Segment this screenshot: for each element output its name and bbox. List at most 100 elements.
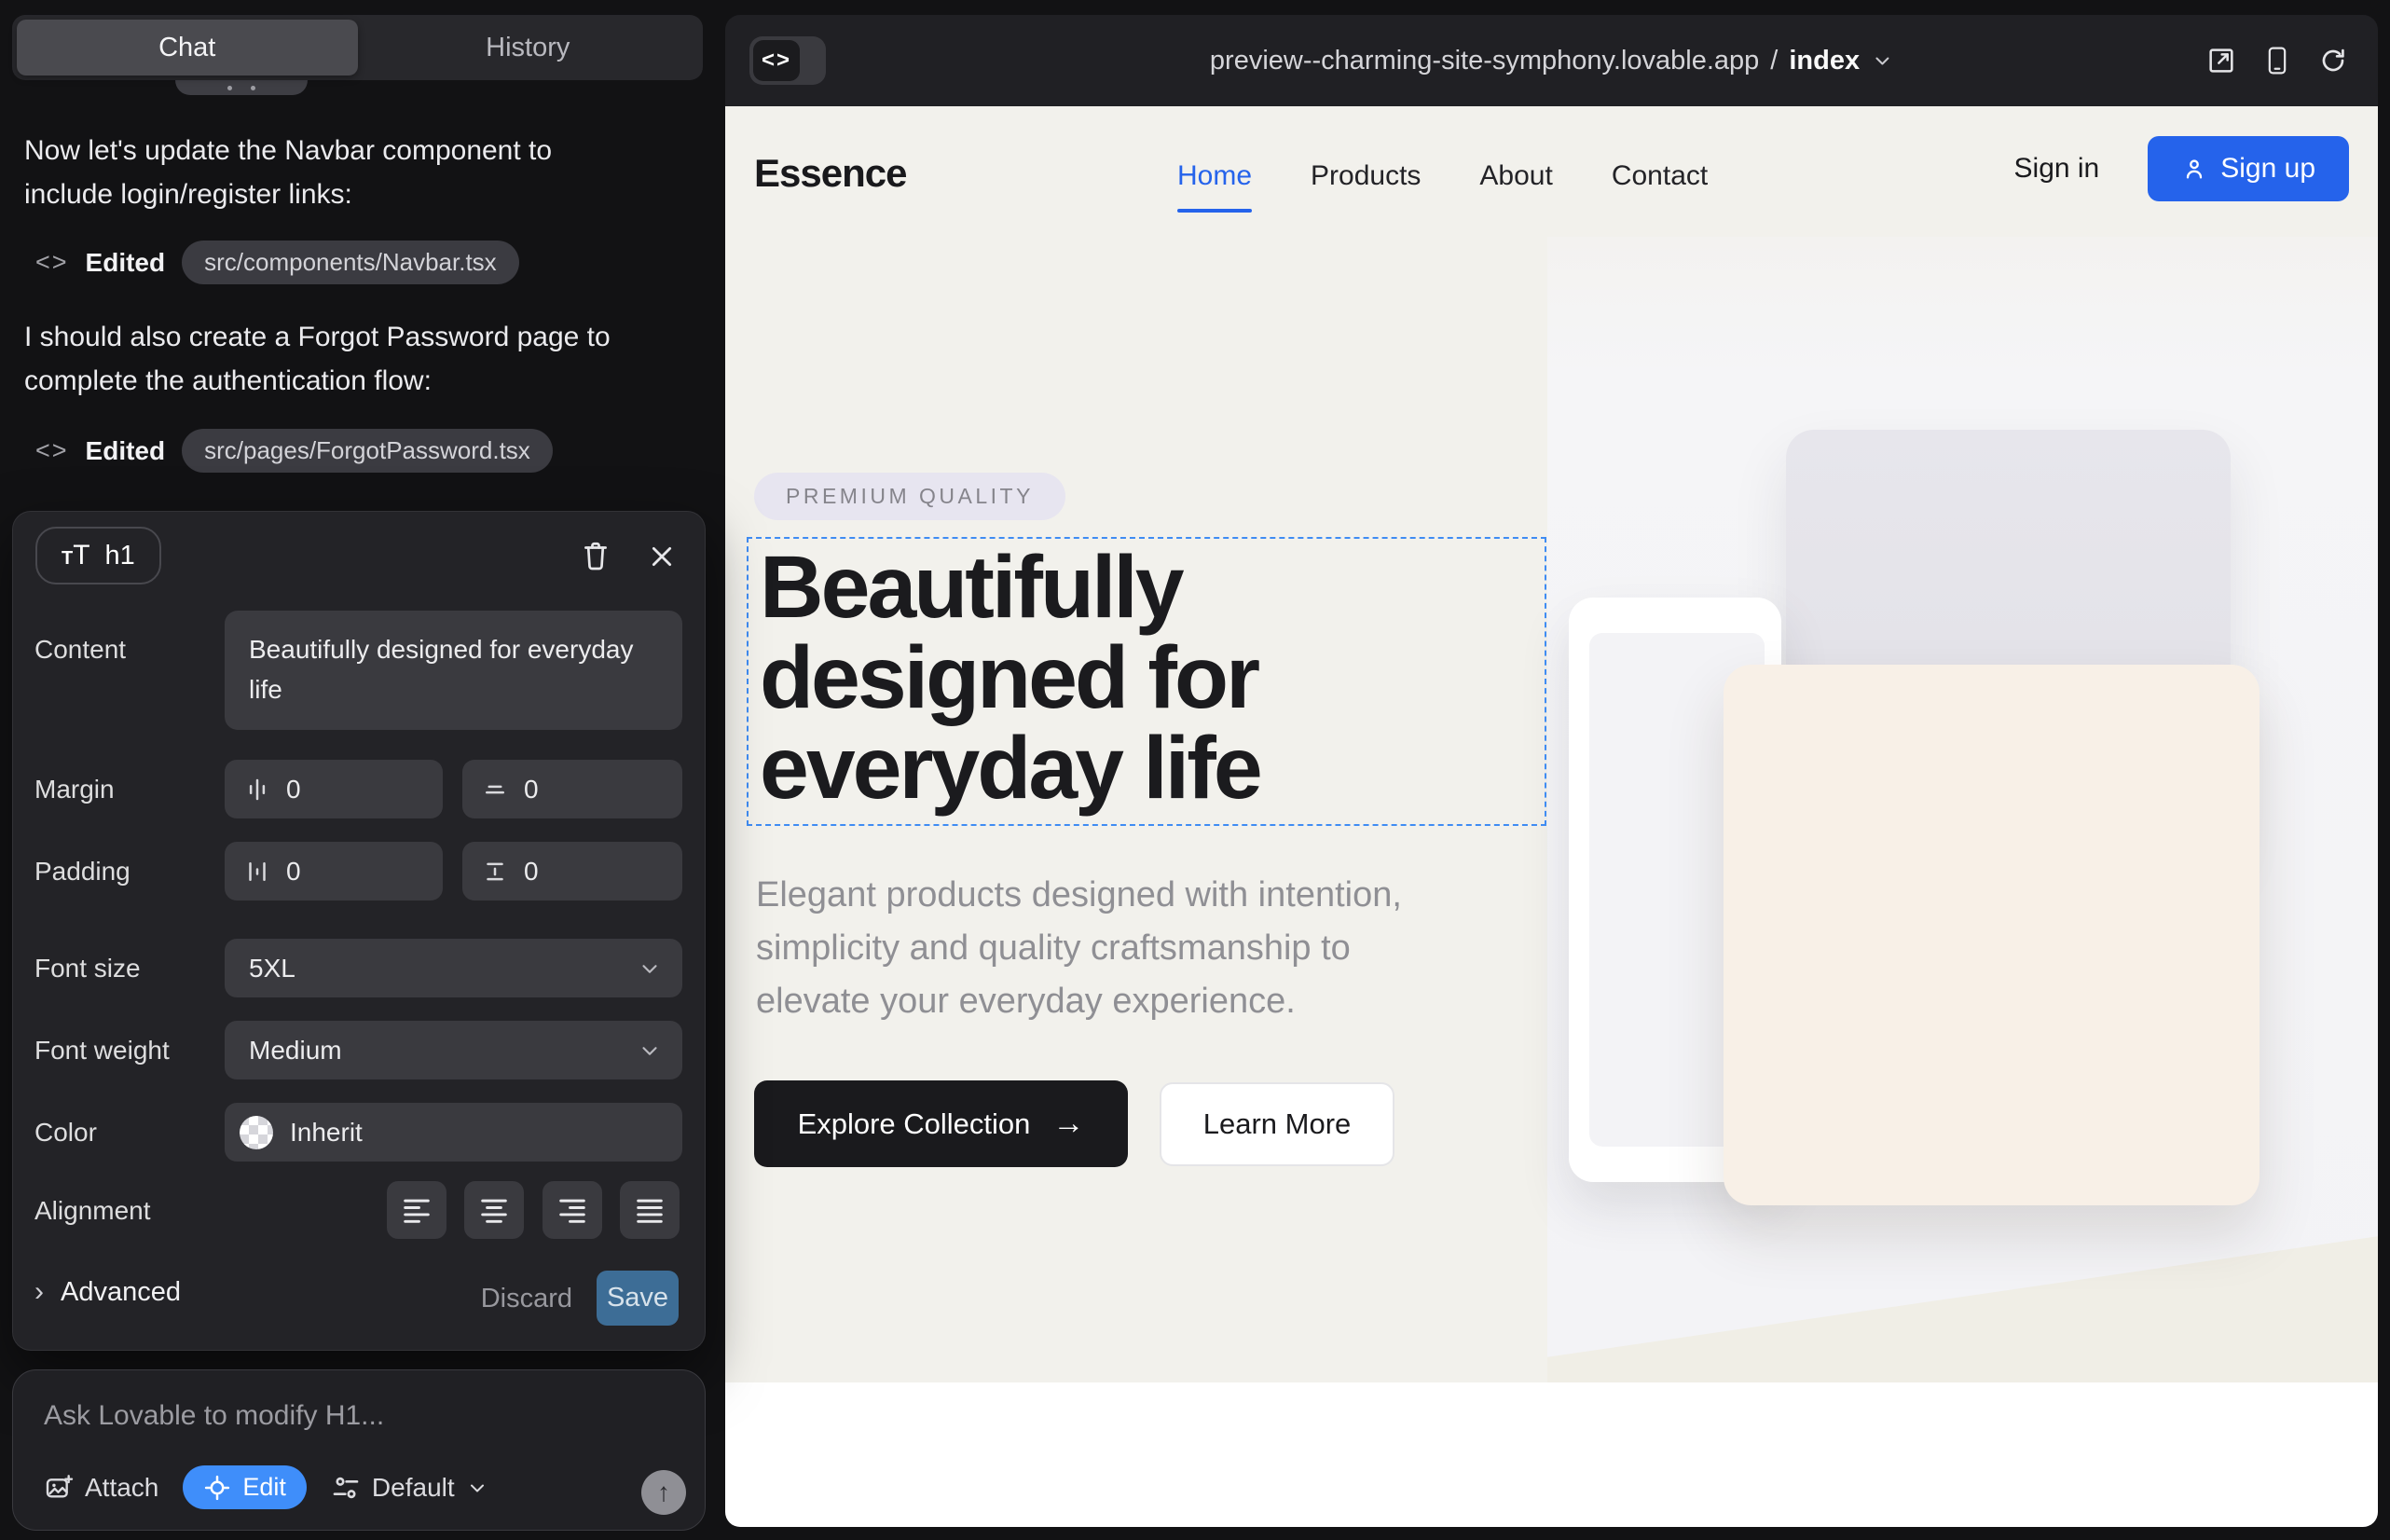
- align-left-button[interactable]: [387, 1181, 446, 1239]
- composer-input[interactable]: Ask Lovable to modify H1...: [44, 1400, 384, 1432]
- sign-in-link[interactable]: Sign in: [2014, 153, 2100, 185]
- lovable-app: Chat History Now let's update the Navbar…: [0, 0, 2390, 1540]
- nav-link-products[interactable]: Products: [1311, 160, 1421, 192]
- dot: [227, 86, 232, 90]
- align-left-icon: [402, 1195, 432, 1225]
- site-navbar: Essence Home Products About Contact Sign…: [725, 144, 2378, 209]
- margin-label: Margin: [34, 775, 115, 804]
- save-button[interactable]: Save: [597, 1271, 679, 1326]
- chat-message: I should also create a Forgot Password p…: [24, 315, 611, 403]
- sliders-icon: [331, 1473, 361, 1503]
- nav-link-contact[interactable]: Contact: [1612, 160, 1708, 192]
- edited-label: Edited: [86, 436, 166, 466]
- site-nav-auth: Sign in Sign up: [2014, 136, 2349, 201]
- refresh-icon[interactable]: [2318, 46, 2348, 76]
- chat-composer: Ask Lovable to modify H1... Attach Ed: [12, 1369, 706, 1531]
- alignment-label: Alignment: [34, 1196, 151, 1226]
- chevron-down-icon: [1871, 49, 1893, 72]
- align-center-button[interactable]: [464, 1181, 524, 1239]
- code-icon: <>: [35, 248, 69, 277]
- premium-quality-badge: PREMIUM QUALITY: [754, 473, 1065, 520]
- margin-y-input[interactable]: 0: [462, 760, 682, 818]
- tab-chat[interactable]: Chat: [17, 20, 358, 76]
- tag-name: h1: [105, 541, 135, 571]
- learn-more-button[interactable]: Learn More: [1160, 1082, 1394, 1166]
- preview-panel: <> preview--charming-site-symphony.lovab…: [725, 15, 2378, 1527]
- align-right-icon: [557, 1195, 587, 1225]
- decor-card-beige: [1724, 665, 2260, 1205]
- margin-y-icon: [481, 776, 509, 804]
- url-host: preview--charming-site-symphony.lovable.…: [1210, 46, 1759, 76]
- mode-select[interactable]: Default: [331, 1473, 488, 1503]
- chevron-down-icon: [466, 1477, 488, 1499]
- open-in-new-tab-icon[interactable]: [2206, 46, 2236, 76]
- scrolled-pill-fragment: [175, 80, 308, 95]
- padding-y-icon: [481, 858, 509, 886]
- chevron-right-icon: ›: [34, 1276, 44, 1308]
- code-icon: <>: [35, 436, 69, 465]
- send-button[interactable]: ↑: [641, 1470, 686, 1515]
- align-justify-button[interactable]: [620, 1181, 680, 1239]
- preview-actions: [2206, 15, 2348, 106]
- chat-sidebar: Chat History Now let's update the Navbar…: [0, 0, 725, 1540]
- typography-icon: TT: [62, 540, 90, 571]
- edit-mode-button[interactable]: Edit: [183, 1465, 307, 1509]
- padding-x-input[interactable]: 0: [225, 842, 443, 901]
- file-path-chip[interactable]: src/pages/ForgotPassword.tsx: [182, 429, 553, 473]
- composer-toolbar: Attach Edit Default: [44, 1465, 488, 1509]
- url-page: index: [1789, 46, 1860, 76]
- content-label: Content: [34, 635, 126, 665]
- close-editor-button[interactable]: [647, 542, 677, 571]
- site-logo[interactable]: Essence: [754, 151, 906, 196]
- edited-label: Edited: [86, 248, 166, 278]
- sign-up-button[interactable]: Sign up: [2148, 136, 2349, 201]
- hero-paragraph: Elegant products designed with intention…: [756, 869, 1402, 1028]
- sidebar-tabs: Chat History: [12, 15, 703, 80]
- padding-y-input[interactable]: 0: [462, 842, 682, 901]
- content-input[interactable]: Beautifully designed for everyday life: [225, 611, 682, 730]
- margin-x-icon: [243, 776, 271, 804]
- tab-history[interactable]: History: [358, 20, 699, 76]
- font-weight-select[interactable]: Medium: [225, 1021, 682, 1079]
- site-viewport: Essence Home Products About Contact Sign…: [725, 106, 2378, 1527]
- file-path-chip[interactable]: src/components/Navbar.tsx: [182, 241, 519, 284]
- discard-button[interactable]: Discard: [481, 1284, 572, 1314]
- hero-section: Essence Home Products About Contact Sign…: [725, 106, 2378, 1382]
- delete-element-button[interactable]: [580, 538, 611, 573]
- color-label: Color: [34, 1118, 97, 1148]
- url-separator: /: [1770, 46, 1778, 76]
- target-icon: [203, 1474, 231, 1502]
- attach-button[interactable]: Attach: [44, 1473, 158, 1503]
- align-center-icon: [479, 1195, 509, 1225]
- nav-link-home[interactable]: Home: [1177, 160, 1252, 192]
- align-right-button[interactable]: [543, 1181, 602, 1239]
- font-weight-label: Font weight: [34, 1036, 170, 1066]
- chat-message: Now let's update the Navbar component to…: [24, 129, 552, 216]
- trash-icon: [580, 538, 611, 573]
- preview-url[interactable]: preview--charming-site-symphony.lovable.…: [1210, 15, 1893, 106]
- close-icon: [647, 542, 677, 571]
- dot: [251, 86, 255, 90]
- color-select[interactable]: Inherit: [225, 1103, 682, 1162]
- selected-element-tag[interactable]: TT h1: [35, 527, 161, 584]
- margin-x-input[interactable]: 0: [225, 760, 443, 818]
- mobile-view-icon[interactable]: [2264, 45, 2290, 76]
- font-size-select[interactable]: 5XL: [225, 939, 682, 997]
- nav-link-about[interactable]: About: [1479, 160, 1552, 192]
- arrow-up-icon: ↑: [657, 1478, 670, 1507]
- chevron-down-icon: [638, 956, 662, 981]
- site-nav-links: Home Products About Contact: [1177, 144, 1708, 209]
- edited-file-row: <> Edited src/components/Navbar.tsx: [35, 241, 519, 284]
- preview-topbar: <> preview--charming-site-symphony.lovab…: [725, 15, 2378, 106]
- element-editor-panel: TT h1 Content Beautifully designed for e…: [12, 511, 706, 1351]
- explore-collection-button[interactable]: Explore Collection →: [754, 1080, 1128, 1167]
- hero-cta-row: Explore Collection → Learn More: [754, 1080, 1394, 1167]
- user-icon: [2181, 156, 2207, 182]
- code-preview-toggle[interactable]: <>: [749, 36, 826, 85]
- padding-x-icon: [243, 858, 271, 886]
- advanced-toggle[interactable]: › Advanced: [34, 1276, 181, 1308]
- align-justify-icon: [635, 1195, 665, 1225]
- code-icon: <>: [753, 40, 800, 81]
- color-swatch-icon: [240, 1116, 273, 1149]
- element-selection-outline[interactable]: [747, 537, 1546, 826]
